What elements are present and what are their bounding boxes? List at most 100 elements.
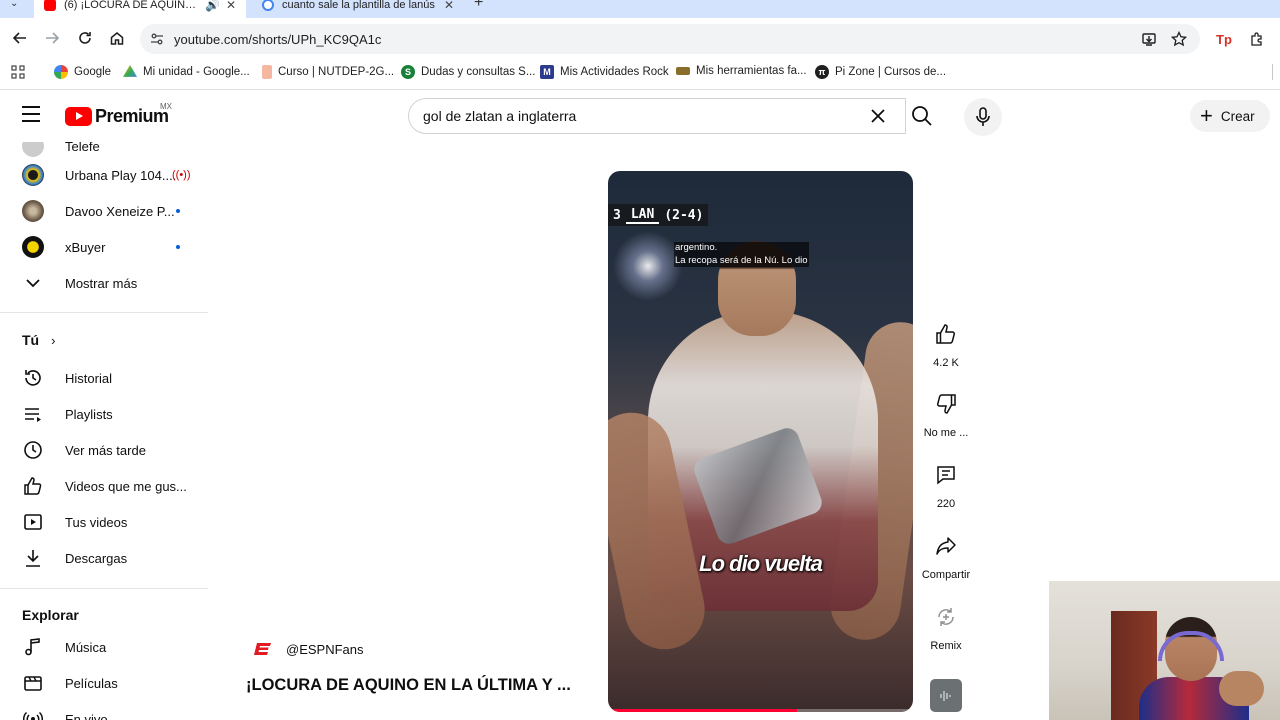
music-icon (22, 636, 44, 658)
bookmark-google[interactable]: Google (54, 65, 111, 79)
channel-avatar (22, 236, 44, 258)
create-button[interactable]: + Crear (1190, 100, 1270, 132)
bookmark-label: Mis Actividades Rock (560, 66, 669, 78)
address-bar[interactable]: youtube.com/shorts/UPh_KC9QA1c (140, 24, 1200, 54)
sidebar: Telefe Urbana Play 104.... ((•)) Davoo X… (0, 142, 208, 720)
bookmark-star-icon[interactable] (1167, 27, 1191, 51)
history-icon (22, 367, 44, 389)
like-button[interactable]: 4.2 K (918, 312, 974, 369)
tab-youtube[interactable]: (6) ¡LOCURA DE AQUINO E 🔊 ✕ (34, 0, 246, 18)
video-progress-bar[interactable] (608, 709, 913, 712)
video-caption: Lo dio vuelta (699, 551, 823, 576)
scoreboard-overlay: 3 LAN (2-4) (608, 204, 709, 226)
audio-wave-icon (940, 690, 951, 701)
m-icon: M (540, 65, 554, 79)
bookmark-pizone[interactable]: π Pi Zone | Cursos de... (815, 65, 946, 79)
bookmark-drive[interactable]: Mi unidad - Google... (123, 65, 250, 79)
voice-search-button[interactable] (964, 98, 1002, 136)
webcam-overlay (1049, 581, 1280, 720)
share-icon (924, 524, 968, 568)
dislike-button[interactable]: No me ... (918, 382, 974, 439)
doc-icon (262, 65, 272, 79)
tab-close-icon[interactable]: ✕ (444, 0, 454, 12)
sidebar-item-urbana-play[interactable]: Urbana Play 104.... ((•)) (0, 157, 208, 193)
install-app-icon[interactable] (1137, 27, 1161, 51)
remix-button[interactable]: Remix (918, 595, 974, 652)
espn-logo-icon (254, 640, 272, 658)
channel-avatar (22, 200, 44, 222)
channel-name: xBuyer (65, 239, 106, 255)
tab-google-search[interactable]: cuanto sale la plantilla de lanús ✕ (252, 0, 464, 18)
search-query: gol de zlatan a inglaterra (423, 108, 577, 124)
s-icon: S (401, 65, 415, 79)
tab-search-icon[interactable]: ⌄ (10, 0, 18, 9)
watch-later-icon (22, 439, 44, 461)
new-tab-button[interactable]: + (474, 0, 483, 12)
google-icon (54, 65, 68, 79)
search-button[interactable] (902, 98, 942, 134)
remix-icon (924, 595, 968, 639)
stadium-light (613, 231, 683, 301)
menu-icon[interactable] (22, 106, 42, 126)
score-result: (2-4) (664, 207, 704, 223)
clear-search-icon[interactable] (866, 106, 890, 126)
live-broadcast-icon: ((•)) (172, 169, 191, 181)
bookmark-label: Curso | NUTDEP-2G... (278, 66, 395, 78)
tools-icon (676, 67, 690, 75)
apps-grid-icon[interactable] (11, 65, 25, 79)
tab-strip: ⌄ (6) ¡LOCURA DE AQUINO E 🔊 ✕ cuanto sal… (0, 0, 1280, 18)
short-video-player[interactable]: 3 LAN (2-4) argentino. La recopa será de… (608, 171, 913, 712)
sidebar-item-en-vivo[interactable]: En vivo (0, 701, 208, 720)
live-icon (22, 708, 44, 720)
bookmark-herramientas[interactable]: Mis herramientas fa... (676, 65, 807, 77)
dislike-label: No me ... (923, 427, 969, 439)
short-title[interactable]: ¡LOCURA DE AQUINO EN LA ÚLTIMA Y ... (246, 676, 571, 695)
sidebar-item-ver-mas-tarde[interactable]: Ver más tarde (0, 432, 208, 468)
bookmark-curso[interactable]: Curso | NUTDEP-2G... (262, 65, 394, 79)
bookmark-dudas[interactable]: S Dudas y consultas S... (401, 65, 535, 79)
youtube-favicon-icon (44, 0, 56, 11)
sidebar-item-xbuyer[interactable]: xBuyer (0, 229, 208, 265)
drive-icon (123, 65, 137, 77)
youtube-premium-logo[interactable]: Premium (65, 106, 169, 127)
comments-button[interactable]: 220 (918, 453, 974, 510)
back-button[interactable] (8, 26, 32, 50)
bookmarks-bar: Google Mi unidad - Google... Curso | NUT… (0, 58, 1280, 86)
forward-button[interactable] (40, 26, 64, 50)
share-button[interactable]: Compartir (918, 524, 974, 581)
sidebar-item-descargas[interactable]: Descargas (0, 540, 208, 576)
sidebar-item-peliculas[interactable]: Películas (0, 665, 208, 701)
search-input[interactable]: gol de zlatan a inglaterra (408, 98, 906, 134)
channel-avatar (22, 142, 44, 157)
like-count: 4.2 K (933, 357, 959, 369)
tab-audio-icon: 🔊 (204, 0, 220, 12)
thumbs-up-icon (924, 312, 968, 356)
downloads-icon (22, 547, 44, 569)
video-subtitle: argentino. La recopa será de la Nú. Lo d… (674, 242, 809, 267)
bookmark-label: Google (74, 66, 112, 78)
sidebar-item-davoo[interactable]: Davoo Xeneize P... (0, 193, 208, 229)
extensions-puzzle-icon[interactable] (1245, 27, 1269, 51)
url-text: youtube.com/shorts/UPh_KC9QA1c (174, 31, 382, 47)
channel-name: Davoo Xeneize P... (65, 203, 175, 219)
sidebar-item-liked-videos[interactable]: Videos que me gus... (0, 468, 208, 504)
site-info-icon[interactable] (150, 32, 164, 46)
sidebar-item-musica[interactable]: Música (0, 629, 208, 665)
sidebar-item-playlists[interactable]: Playlists (0, 396, 208, 432)
sidebar-item-tus-videos[interactable]: Tus videos (0, 504, 208, 540)
channel-info[interactable]: @ESPNFans (254, 640, 364, 658)
plus-icon: + (1200, 103, 1213, 128)
extension-tp-icon[interactable]: Tp (1212, 27, 1236, 51)
show-more-button[interactable]: Mostrar más (0, 265, 208, 301)
liked-icon (22, 475, 44, 497)
tab-close-icon[interactable]: ✕ (226, 0, 236, 12)
tab-title: (6) ¡LOCURA DE AQUINO E (64, 0, 199, 11)
sound-thumbnail-button[interactable] (930, 679, 962, 712)
bookmark-actividades[interactable]: M Mis Actividades Rock (540, 65, 669, 79)
you-section-header[interactable]: Tú › (22, 332, 55, 348)
youtube-play-icon (65, 107, 92, 126)
reload-button[interactable] (73, 26, 97, 50)
sidebar-item-historial[interactable]: Historial (0, 360, 208, 396)
score-team: LAN (625, 207, 660, 224)
home-button[interactable] (105, 26, 129, 50)
